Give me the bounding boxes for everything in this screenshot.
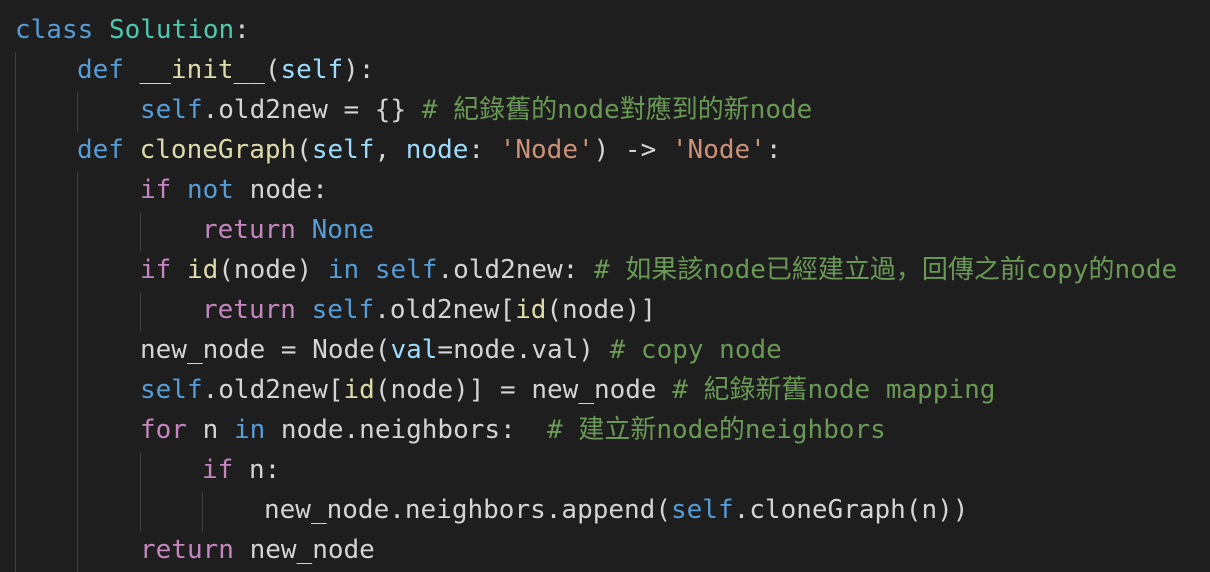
keyword-if: if — [140, 255, 172, 285]
code-text: (node) — [218, 255, 328, 285]
code-line-4[interactable]: def cloneGraph(self, node: 'Node') -> 'N… — [77, 130, 781, 170]
code-line-8[interactable]: return self.old2new[id(node)] — [202, 290, 656, 330]
code-text: node: — [233, 175, 328, 205]
code-comment: # 建立新node的neighbors — [547, 415, 886, 445]
self-ref: self — [671, 495, 734, 525]
self-ref: self — [374, 255, 438, 285]
self-ref: self — [140, 375, 203, 405]
keyword-class: class — [15, 15, 94, 45]
indent-guide — [77, 172, 78, 572]
builtin-id: id — [343, 375, 375, 405]
code-line-6[interactable]: return None — [202, 210, 374, 250]
code-text: .old2new[ — [202, 375, 344, 405]
code-text: (node)] = new_node — [374, 375, 673, 405]
param-self: self — [280, 55, 344, 85]
code-line-13[interactable]: new_node.neighbors.append(self.cloneGrap… — [264, 490, 968, 530]
code-text: new_node — [233, 535, 375, 565]
return-type: 'Node' — [671, 135, 766, 165]
code-text: =node.val) — [437, 335, 610, 365]
code-comment: # 紀錄新舊node mapping — [672, 375, 996, 405]
keyword-def: def — [77, 55, 124, 85]
code-line-9[interactable]: new_node = Node(val=node.val) # copy nod… — [140, 330, 782, 370]
paren-open: ( — [296, 135, 312, 165]
code-comment: # 如果該node已經建立過，回傳之前copy的node — [594, 255, 1178, 285]
code-text: node.neighbors: — [265, 415, 548, 445]
code-comment: # 紀錄舊的node對應到的新node — [421, 95, 813, 125]
code-line-1[interactable]: class Solution: — [15, 10, 250, 50]
keyword-in: in — [327, 255, 360, 285]
keyword-for: for — [140, 415, 187, 445]
code-line-12[interactable]: if n: — [202, 450, 280, 490]
param-node: node — [405, 135, 469, 165]
code-editor[interactable]: class Solution: def __init__(self): self… — [0, 0, 1210, 572]
code-line-7[interactable]: if id(node) in self.old2new: # 如果該node已經… — [140, 250, 1177, 290]
code-line-3[interactable]: self.old2new = {} # 紀錄舊的node對應到的新node — [140, 90, 812, 130]
keyword-def: def — [77, 135, 124, 165]
code-line-5[interactable]: if not node: — [140, 170, 328, 210]
class-name: Solution — [108, 15, 235, 45]
type-annotation: 'Node' — [499, 135, 594, 165]
indent-guide — [140, 292, 141, 332]
code-line-11[interactable]: for n in node.neighbors: # 建立新node的neigh… — [140, 410, 886, 450]
indent-guide — [140, 212, 141, 252]
code-text: .cloneGraph(n)) — [733, 495, 969, 525]
keyword-return: return — [202, 215, 296, 245]
indent-guide — [140, 452, 141, 532]
code-text: .old2new = {} — [202, 95, 422, 125]
function-name: __init__ — [139, 55, 265, 85]
code-comment: # copy node — [609, 335, 782, 365]
code-text: n — [186, 415, 234, 445]
code-text: (node)] — [546, 295, 656, 325]
code-text: n: — [233, 455, 281, 485]
comma: , — [374, 135, 406, 165]
type-colon: : — [468, 135, 500, 165]
code-text: new_node.neighbors.append( — [264, 495, 671, 525]
code-text: .old2new: — [437, 255, 594, 285]
code-line-2[interactable]: def __init__(self): — [77, 50, 374, 90]
keyword-if: if — [140, 175, 172, 205]
self-ref: self — [140, 95, 203, 125]
indent-guide — [77, 92, 78, 132]
code-text: .old2new[ — [374, 295, 516, 325]
code-line-10[interactable]: self.old2new[id(node)] = new_node # 紀錄新舊… — [140, 370, 995, 410]
paren-close: ): — [343, 55, 375, 85]
param-self: self — [311, 135, 375, 165]
builtin-id: id — [186, 255, 219, 285]
indent-guide — [15, 52, 16, 572]
keyword-not: not — [186, 175, 234, 205]
function-name: cloneGraph — [139, 135, 297, 165]
keyword-return: return — [202, 295, 296, 325]
colon: : — [234, 15, 250, 45]
code-line-14[interactable]: return new_node — [140, 530, 375, 570]
keyword-return: return — [140, 535, 234, 565]
indent-guide — [202, 492, 203, 532]
builtin-id: id — [515, 295, 547, 325]
keyword-in: in — [233, 415, 266, 445]
keyword-arg-val: val — [390, 335, 438, 365]
return-arrow: ) -> — [593, 135, 672, 165]
self-ref: self — [311, 295, 375, 325]
code-text: new_node = Node( — [140, 335, 391, 365]
colon: : — [765, 135, 782, 165]
paren-open: ( — [264, 55, 281, 85]
keyword-if: if — [202, 455, 234, 485]
keyword-none: None — [311, 215, 375, 245]
